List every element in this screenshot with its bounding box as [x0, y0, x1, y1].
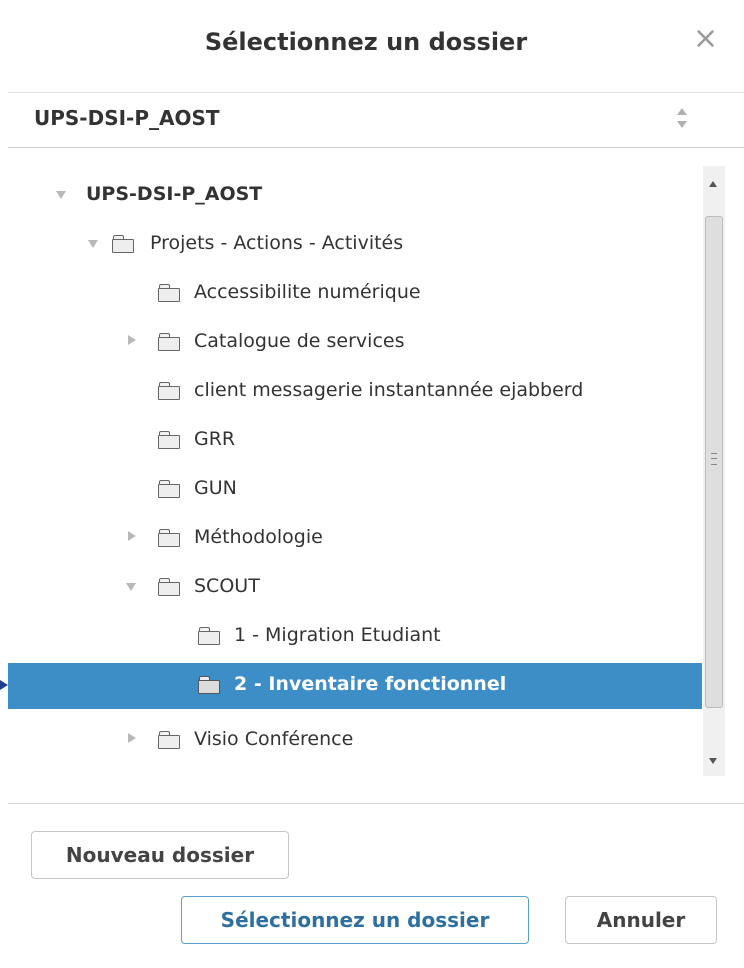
dialog-header: Sélectionnez un dossier ×: [8, 0, 744, 92]
close-icon[interactable]: ×: [693, 24, 718, 54]
scrollbar-thumb[interactable]: [705, 216, 723, 708]
tree-item[interactable]: Projets - Actions - Activités: [8, 222, 702, 268]
tree-item-selected[interactable]: 2 - Inventaire fonctionnel: [8, 663, 702, 709]
expand-icon[interactable]: [128, 733, 136, 743]
tree-item[interactable]: client messagerie instantannée ejabberd: [8, 369, 702, 415]
dialog-title: Sélectionnez un dossier: [204, 28, 528, 56]
tree-item[interactable]: Visio Conférence: [8, 718, 702, 764]
tree-item-label: SCOUT: [194, 575, 260, 597]
tree-item-label: GRR: [194, 428, 236, 450]
tree-item[interactable]: UPS-DSI-P_AOST: [8, 173, 702, 219]
tree-scrollbar[interactable]: [703, 166, 725, 776]
annotation-arrow-icon: [0, 677, 8, 693]
root-select-value: UPS-DSI-P_AOST: [34, 106, 220, 130]
folder-icon: [158, 431, 180, 449]
dialog-footer: Nouveau dossier Sélectionnez un dossier …: [8, 803, 744, 968]
tree-item[interactable]: Méthodologie: [8, 516, 702, 562]
folder-icon: [198, 627, 220, 645]
folder-tree: UPS-DSI-P_AOST Projets - Actions - Activ…: [8, 147, 702, 777]
tree-item-label: Visio Conférence: [194, 728, 354, 750]
scroll-up-icon[interactable]: [709, 181, 717, 187]
spinner-down-icon: [677, 121, 687, 128]
folder-icon: [158, 284, 180, 302]
collapse-icon[interactable]: [126, 583, 136, 591]
collapse-icon[interactable]: [88, 240, 98, 248]
tree-item[interactable]: GUN: [8, 467, 702, 513]
tree-item-label: GUN: [194, 477, 237, 499]
tree-item-label: Projets - Actions - Activités: [150, 232, 404, 254]
folder-select-dialog: Sélectionnez un dossier × UPS-DSI-P_AOST…: [8, 0, 744, 967]
folder-icon: [158, 333, 180, 351]
tree-item-label: Accessibilite numérique: [194, 281, 421, 303]
root-select[interactable]: UPS-DSI-P_AOST: [8, 92, 744, 148]
collapse-icon[interactable]: [56, 191, 66, 199]
spinner-icon[interactable]: [675, 106, 689, 132]
tree-item[interactable]: GRR: [8, 418, 702, 464]
cancel-button[interactable]: Annuler: [565, 896, 717, 944]
expand-icon[interactable]: [128, 531, 136, 541]
tree-item[interactable]: Catalogue de services: [8, 320, 702, 366]
folder-icon: [158, 529, 180, 547]
scroll-down-icon[interactable]: [709, 758, 717, 764]
new-folder-button[interactable]: Nouveau dossier: [31, 831, 289, 879]
folder-icon: [158, 731, 180, 749]
folder-icon: [198, 676, 220, 694]
folder-icon: [112, 235, 134, 253]
tree-item[interactable]: SCOUT: [8, 565, 702, 611]
tree-item-label: 1 - Migration Etudiant: [234, 624, 441, 646]
folder-icon: [158, 480, 180, 498]
expand-icon[interactable]: [128, 335, 136, 345]
tree-item-label: Méthodologie: [194, 526, 323, 548]
spinner-up-icon: [677, 108, 687, 115]
select-folder-button[interactable]: Sélectionnez un dossier: [181, 896, 529, 944]
tree-item-label: client messagerie instantannée ejabberd: [194, 379, 584, 401]
folder-icon: [158, 382, 180, 400]
tree-item-label: Catalogue de services: [194, 330, 405, 352]
tree-item-label: 2 - Inventaire fonctionnel: [234, 673, 507, 695]
tree-item-label: UPS-DSI-P_AOST: [86, 183, 263, 205]
folder-icon: [158, 578, 180, 596]
grip-icon: [711, 453, 717, 465]
tree-item[interactable]: Accessibilite numérique: [8, 271, 702, 317]
tree-item[interactable]: 1 - Migration Etudiant: [8, 614, 702, 660]
